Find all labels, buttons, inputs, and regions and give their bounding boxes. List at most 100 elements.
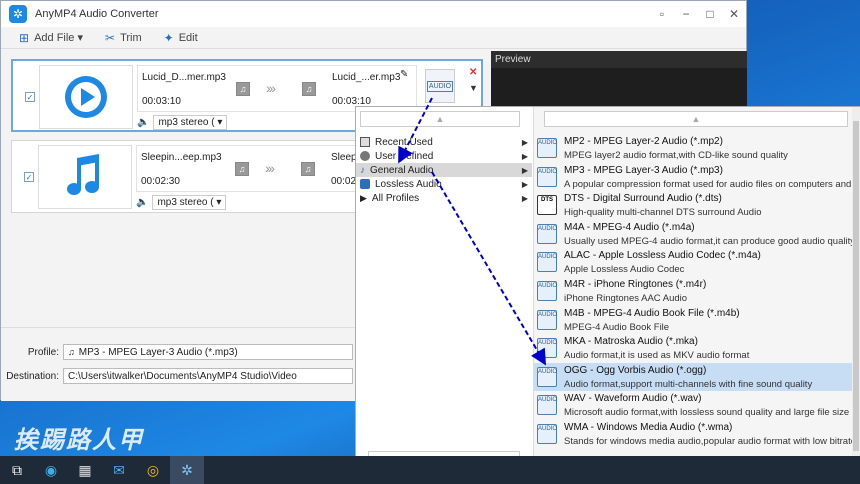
profile-scrollbar[interactable] [852,107,860,484]
profile-description: Stands for windows media audio,popular a… [564,436,852,447]
add-file-button[interactable]: ⊞ Add File ▾ [19,31,83,45]
chevron-right-icon: ▶ [521,151,528,161]
menu-button[interactable]: ▫ [650,1,674,27]
rename-pencil-icon[interactable]: ✎ [400,69,408,80]
convert-arrows-icon: ››› [266,80,276,96]
minimize-button[interactable]: − [674,1,698,27]
file-checkbox[interactable]: ✓ [24,172,34,182]
music-note-icon: ♪ [360,164,365,176]
source-file-name: Sleepin...eep.mp3 [141,152,222,163]
anymp4-icon[interactable]: ✲ [170,456,204,484]
profile-description: Apple Lossless Audio Codec [564,264,685,276]
profile-scroll-up[interactable]: ▲ [544,111,848,127]
profile-title: M4A - MPEG-4 Audio (*.m4a) [564,221,695,233]
category-label: Recent Used [375,136,433,148]
profile-item[interactable]: AUDIO MP2 - MPEG Layer-2 Audio (*.mp2) MPE… [534,134,852,162]
audio-track-selector[interactable]: 🔈 mp3 stereo ( ▾ [136,195,227,210]
category-label: Lossless Audio [375,178,442,190]
audio-format-icon: AUDIO [537,424,557,444]
audio-format-icon: AUDIO [426,80,454,92]
profile-description: A popular compression format used for au… [564,178,852,190]
audio-format-icon: AUDIO [537,281,557,301]
category-recent-used[interactable]: Recent Used ▶ [356,135,532,149]
category-list: ▲ Recent Used ▶ User Defined ▶ ♪ General… [356,107,534,484]
title-bar: ✲ AnyMP4 Audio Converter ▫ − □ ✕ [1,1,746,27]
category-user-defined[interactable]: User Defined ▶ [356,149,532,163]
format-dropdown-icon[interactable]: ▼ [469,83,478,93]
profile-item[interactable]: AUDIO MP3 - MPEG Layer-3 Audio (*.mp3) A p… [534,163,852,191]
profile-item[interactable]: AUDIO M4R - iPhone Ringtones (*.m4r) iPhon… [534,277,852,305]
category-lossless-audio[interactable]: Lossless Audio ▶ [356,177,532,191]
output-music-icon: ♫ [301,162,315,176]
chrome-icon[interactable]: ◎ [136,456,170,484]
edit-label: Edit [178,31,198,44]
profile-item[interactable]: AUDIO OGG - Ogg Vorbis Audio (*.ogg) Audio… [534,362,852,391]
output-music-icon: ♫ [302,82,316,96]
chevron-right-icon: ▶ [521,137,528,147]
add-file-label: Add File ▾ [34,32,83,44]
profile-title: MP3 - MPEG Layer-3 Audio (*.mp3) [564,164,723,176]
source-music-icon: ♫ [235,162,249,176]
profile-item[interactable]: AUDIO M4A - MPEG-4 Audio (*.m4a) Usually u… [534,220,852,248]
source-music-icon: ♫ [236,82,250,96]
source-duration: 00:02:30 [141,176,180,187]
dts-icon: DTS [537,195,557,216]
audio-format-icon: AUDIO [537,395,557,416]
trim-button[interactable]: ✂ Trim [105,31,142,45]
category-scroll-up[interactable]: ▲ [360,111,520,127]
store-icon[interactable]: ▦ [68,456,102,484]
profile-item[interactable]: AUDIO WMA - Windows Media Audio (*.wma) St… [534,420,852,448]
preview-panel: Preview [491,51,747,107]
preview-label: Preview [491,51,747,68]
add-file-icon: ⊞ [19,30,30,45]
profile-title: WMA - Windows Media Audio (*.wma) [564,422,733,433]
music-thumbnail [38,145,132,209]
profile-item[interactable]: AUDIO ALAC - Apple Lossless Audio Codec (… [534,248,852,276]
chevron-right-icon: ▶ [521,179,528,189]
category-general-audio[interactable]: ♪ General Audio ▶ [356,163,532,177]
profile-dropdown: ▲ Recent Used ▶ User Defined ▶ ♪ General… [355,106,860,484]
profile-title: WAV - Waveform Audio (*.wav) [564,393,702,405]
mail-icon[interactable]: ✉ [102,456,136,484]
profile-description: MPEG layer2 audio format,with CD-like so… [564,150,788,161]
window-title: AnyMP4 Audio Converter [35,8,159,20]
profile-item[interactable]: AUDIO M4B - MPEG-4 Audio Book File (*.m4b… [534,306,852,334]
audio-format-icon: AUDIO [537,338,557,359]
profile-value: MP3 - MPEG Layer-3 Audio (*.mp3) [78,346,238,358]
scissors-icon: ✂ [105,30,116,45]
profile-item[interactable]: AUDIO WAV - Waveform Audio (*.wav) Microso… [534,391,852,419]
watermark-text: 挨踢路人甲 [14,426,144,454]
profile-title: M4B - MPEG-4 Audio Book File (*.m4b) [564,307,740,319]
output-format-button[interactable]: AUDIO [425,69,455,103]
speaker-icon: 🔈 [136,197,149,208]
profile-select[interactable]: ♫ MP3 - MPEG Layer-3 Audio (*.mp3) [63,344,353,360]
category-label: All Profiles [371,192,420,204]
file-info: Lucid_D...mer.mp3 00:03:10 ♫ ››› ♫ Lucid… [137,65,417,112]
audio-format-icon: AUDIO [537,166,557,187]
taskbar: ⧉ ◉ ▦ ✉ ◎ ✲ [0,456,860,484]
profile-title: MKA - Matroska Audio (*.mka) [564,336,698,348]
maximize-button[interactable]: □ [698,1,722,27]
close-button[interactable]: ✕ [722,1,746,27]
category-label: General Audio [370,164,434,176]
audio-format-icon: AUDIO [537,309,557,330]
remove-file-icon[interactable]: ✕ [469,67,477,78]
source-file-name: Lucid_D...mer.mp3 [142,72,226,83]
edit-button[interactable]: ✦ Edit [164,31,198,45]
profile-description: MPEG-4 Audio Book File [564,321,670,333]
convert-arrows-icon: ››› [265,160,275,176]
audio-format-icon: AUDIO [537,138,557,158]
task-view-icon[interactable]: ⧉ [0,456,34,484]
audio-track-selector[interactable]: 🔈 mp3 stereo ( ▾ [137,115,228,130]
category-all-profiles[interactable]: ▶ All Profiles ▶ [356,191,532,205]
audio-format-icon: AUDIO [537,223,557,244]
profile-item[interactable]: AUDIO MKA - Matroska Audio (*.mka) Audio f… [534,334,852,362]
file-checkbox[interactable]: ✓ [25,92,35,102]
recent-icon [360,137,370,147]
profile-label: Profile: [27,346,59,358]
edge-icon[interactable]: ◉ [34,456,68,484]
edit-effects-icon: ✦ [163,30,174,45]
destination-field[interactable]: C:\Users\itwalker\Documents\AnyMP4 Studi… [63,368,353,384]
profile-title: MP2 - MPEG Layer-2 Audio (*.mp2) [564,136,723,147]
profile-item[interactable]: DTS DTS - Digital Surround Audio (*.dts) H… [534,191,852,219]
